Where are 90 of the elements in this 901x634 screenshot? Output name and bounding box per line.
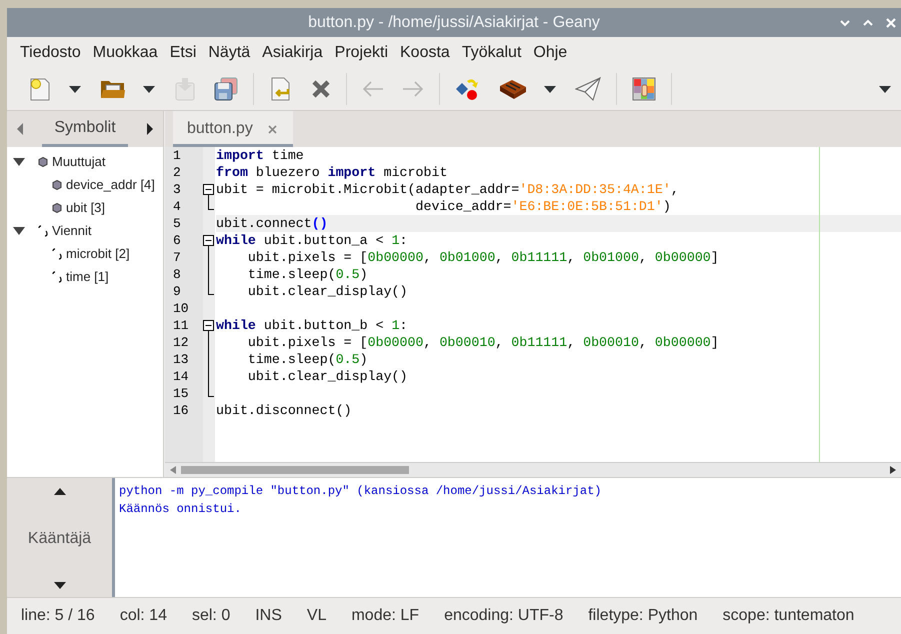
line-number: 5	[172, 215, 182, 232]
line-number: 15	[172, 385, 190, 402]
menu-item[interactable]: Tiedosto	[14, 44, 87, 62]
code-line: import time	[216, 148, 304, 163]
close-file-icon[interactable]	[311, 79, 331, 99]
variable-icon	[52, 202, 62, 212]
overflow-arrow-icon[interactable]	[879, 86, 891, 93]
code-line: ubit.disconnect()	[216, 403, 352, 418]
code-line: device_addr='E6:BE:0E:5B:51:D1')	[414, 199, 671, 214]
status-field: line: 5 / 16	[21, 607, 95, 625]
tab-right-arrow-icon[interactable]	[146, 123, 153, 135]
tree-item[interactable]: time [1]	[66, 269, 109, 284]
line-number: 13	[172, 351, 190, 368]
variable-icon	[38, 156, 48, 166]
menu-item[interactable]: Näytä	[202, 44, 256, 62]
code-line: from bluezero import microbit	[216, 165, 448, 180]
line-number: 16	[172, 402, 190, 419]
color-chooser-icon[interactable]	[632, 77, 656, 101]
horizontal-scrollbar[interactable]	[165, 462, 901, 477]
tree-item[interactable]: device_addr [4]	[66, 177, 155, 192]
line-number: 14	[172, 368, 190, 385]
fold-toggle-icon[interactable]	[203, 317, 214, 334]
tree-item[interactable]: Muuttujat	[52, 154, 106, 169]
scroll-right-arrow-icon[interactable]	[889, 466, 897, 474]
window-title: button.py - /home/jussi/Asiakirjat - Geany	[308, 14, 600, 32]
status-field: sel: 0	[192, 607, 230, 625]
paper-plane-icon[interactable]	[575, 77, 601, 101]
dropdown-arrow-icon[interactable]	[544, 86, 556, 92]
compiler-tab[interactable]: Kääntäjä	[28, 530, 92, 548]
braces-icon	[38, 224, 48, 236]
line-number: 7	[172, 249, 182, 266]
menu-item[interactable]: Muokkaa	[86, 44, 164, 62]
expander-icon[interactable]	[13, 226, 25, 234]
tab-left-arrow-icon[interactable]	[17, 123, 23, 135]
menu-item[interactable]: Etsi	[164, 44, 202, 62]
scroll-left-arrow-icon[interactable]	[169, 466, 177, 474]
line-number: 2	[172, 164, 182, 181]
tab-down-arrow-icon[interactable]	[54, 582, 66, 589]
braces-icon	[52, 270, 62, 282]
line-number: 1	[172, 147, 182, 164]
new-file-icon[interactable]	[28, 77, 52, 101]
dropdown-arrow-icon[interactable]	[69, 86, 81, 92]
code-line: ubit.connect()	[216, 216, 328, 231]
floppy-disks-icon[interactable]	[214, 77, 238, 101]
code-line: while ubit.button_a < 1:	[216, 233, 408, 248]
line-number: 12	[172, 334, 190, 351]
brick-icon[interactable]	[499, 77, 527, 101]
fold-toggle-icon[interactable]	[203, 181, 214, 198]
tree-item[interactable]: microbit [2]	[66, 246, 130, 261]
tree-item[interactable]: Viennit	[52, 223, 92, 238]
menu-item[interactable]: Projekti	[328, 44, 394, 62]
line-number: 3	[172, 181, 182, 198]
compiler-message: python -m py_compile "button.py" (kansiossa /home/jussi/Asiakirjat)	[119, 483, 602, 500]
code-line: while ubit.button_b < 1:	[216, 318, 408, 333]
menu-item[interactable]: Koosta	[394, 44, 456, 62]
code-line: ubit.pixels = [0b00000, 0b01000, 0b11111, 0b01000, 0b00000]	[246, 250, 719, 265]
code-line: ubit.clear_display()	[246, 284, 408, 299]
code-line: time.sleep(0.5)	[246, 267, 368, 282]
file-tab[interactable]: button.py	[173, 111, 293, 147]
status-field: filetype: Python	[588, 607, 698, 625]
code-line: ubit.clear_display()	[246, 369, 408, 384]
close-icon[interactable]	[885, 17, 897, 29]
folder-icon[interactable]	[100, 78, 126, 100]
line-number: 10	[172, 300, 190, 317]
menu-item[interactable]: Työkalut	[456, 44, 528, 62]
code-line: ubit = microbit.Microbit(adapter_addr='D8:3A:DD:35:4A:1E',	[216, 182, 679, 197]
compiler-message: Käännös onnistui.	[119, 501, 242, 518]
line-number: 9	[172, 283, 182, 300]
status-field: mode: LF	[351, 607, 420, 625]
line-number: 11	[172, 317, 190, 334]
status-field: INS	[255, 607, 282, 625]
status-field: scope: tuntematon	[722, 607, 854, 625]
status-field: col: 14	[120, 607, 167, 625]
fold-toggle-icon[interactable]	[203, 232, 214, 249]
tab-up-arrow-icon[interactable]	[54, 488, 66, 495]
close-tab-icon[interactable]	[268, 124, 277, 134]
code-line: time.sleep(0.5)	[246, 352, 368, 367]
tree-item[interactable]: ubit [3]	[66, 200, 106, 215]
dropdown-arrow-icon[interactable]	[143, 86, 155, 92]
menu-item[interactable]: Asiakirja	[256, 44, 329, 62]
menu-item[interactable]: Ohje	[527, 44, 574, 62]
status-field: VL	[306, 607, 326, 625]
status-field: encoding: UTF-8	[444, 607, 564, 625]
braces-icon	[52, 248, 62, 260]
variable-icon	[52, 180, 62, 190]
line-number: 8	[172, 266, 182, 283]
line-number: 4	[172, 198, 182, 215]
code-line: ubit.pixels = [0b00000, 0b00010, 0b11111, 0b00010, 0b00000]	[246, 335, 719, 350]
line-number: 6	[172, 232, 182, 249]
expander-icon[interactable]	[13, 158, 25, 166]
